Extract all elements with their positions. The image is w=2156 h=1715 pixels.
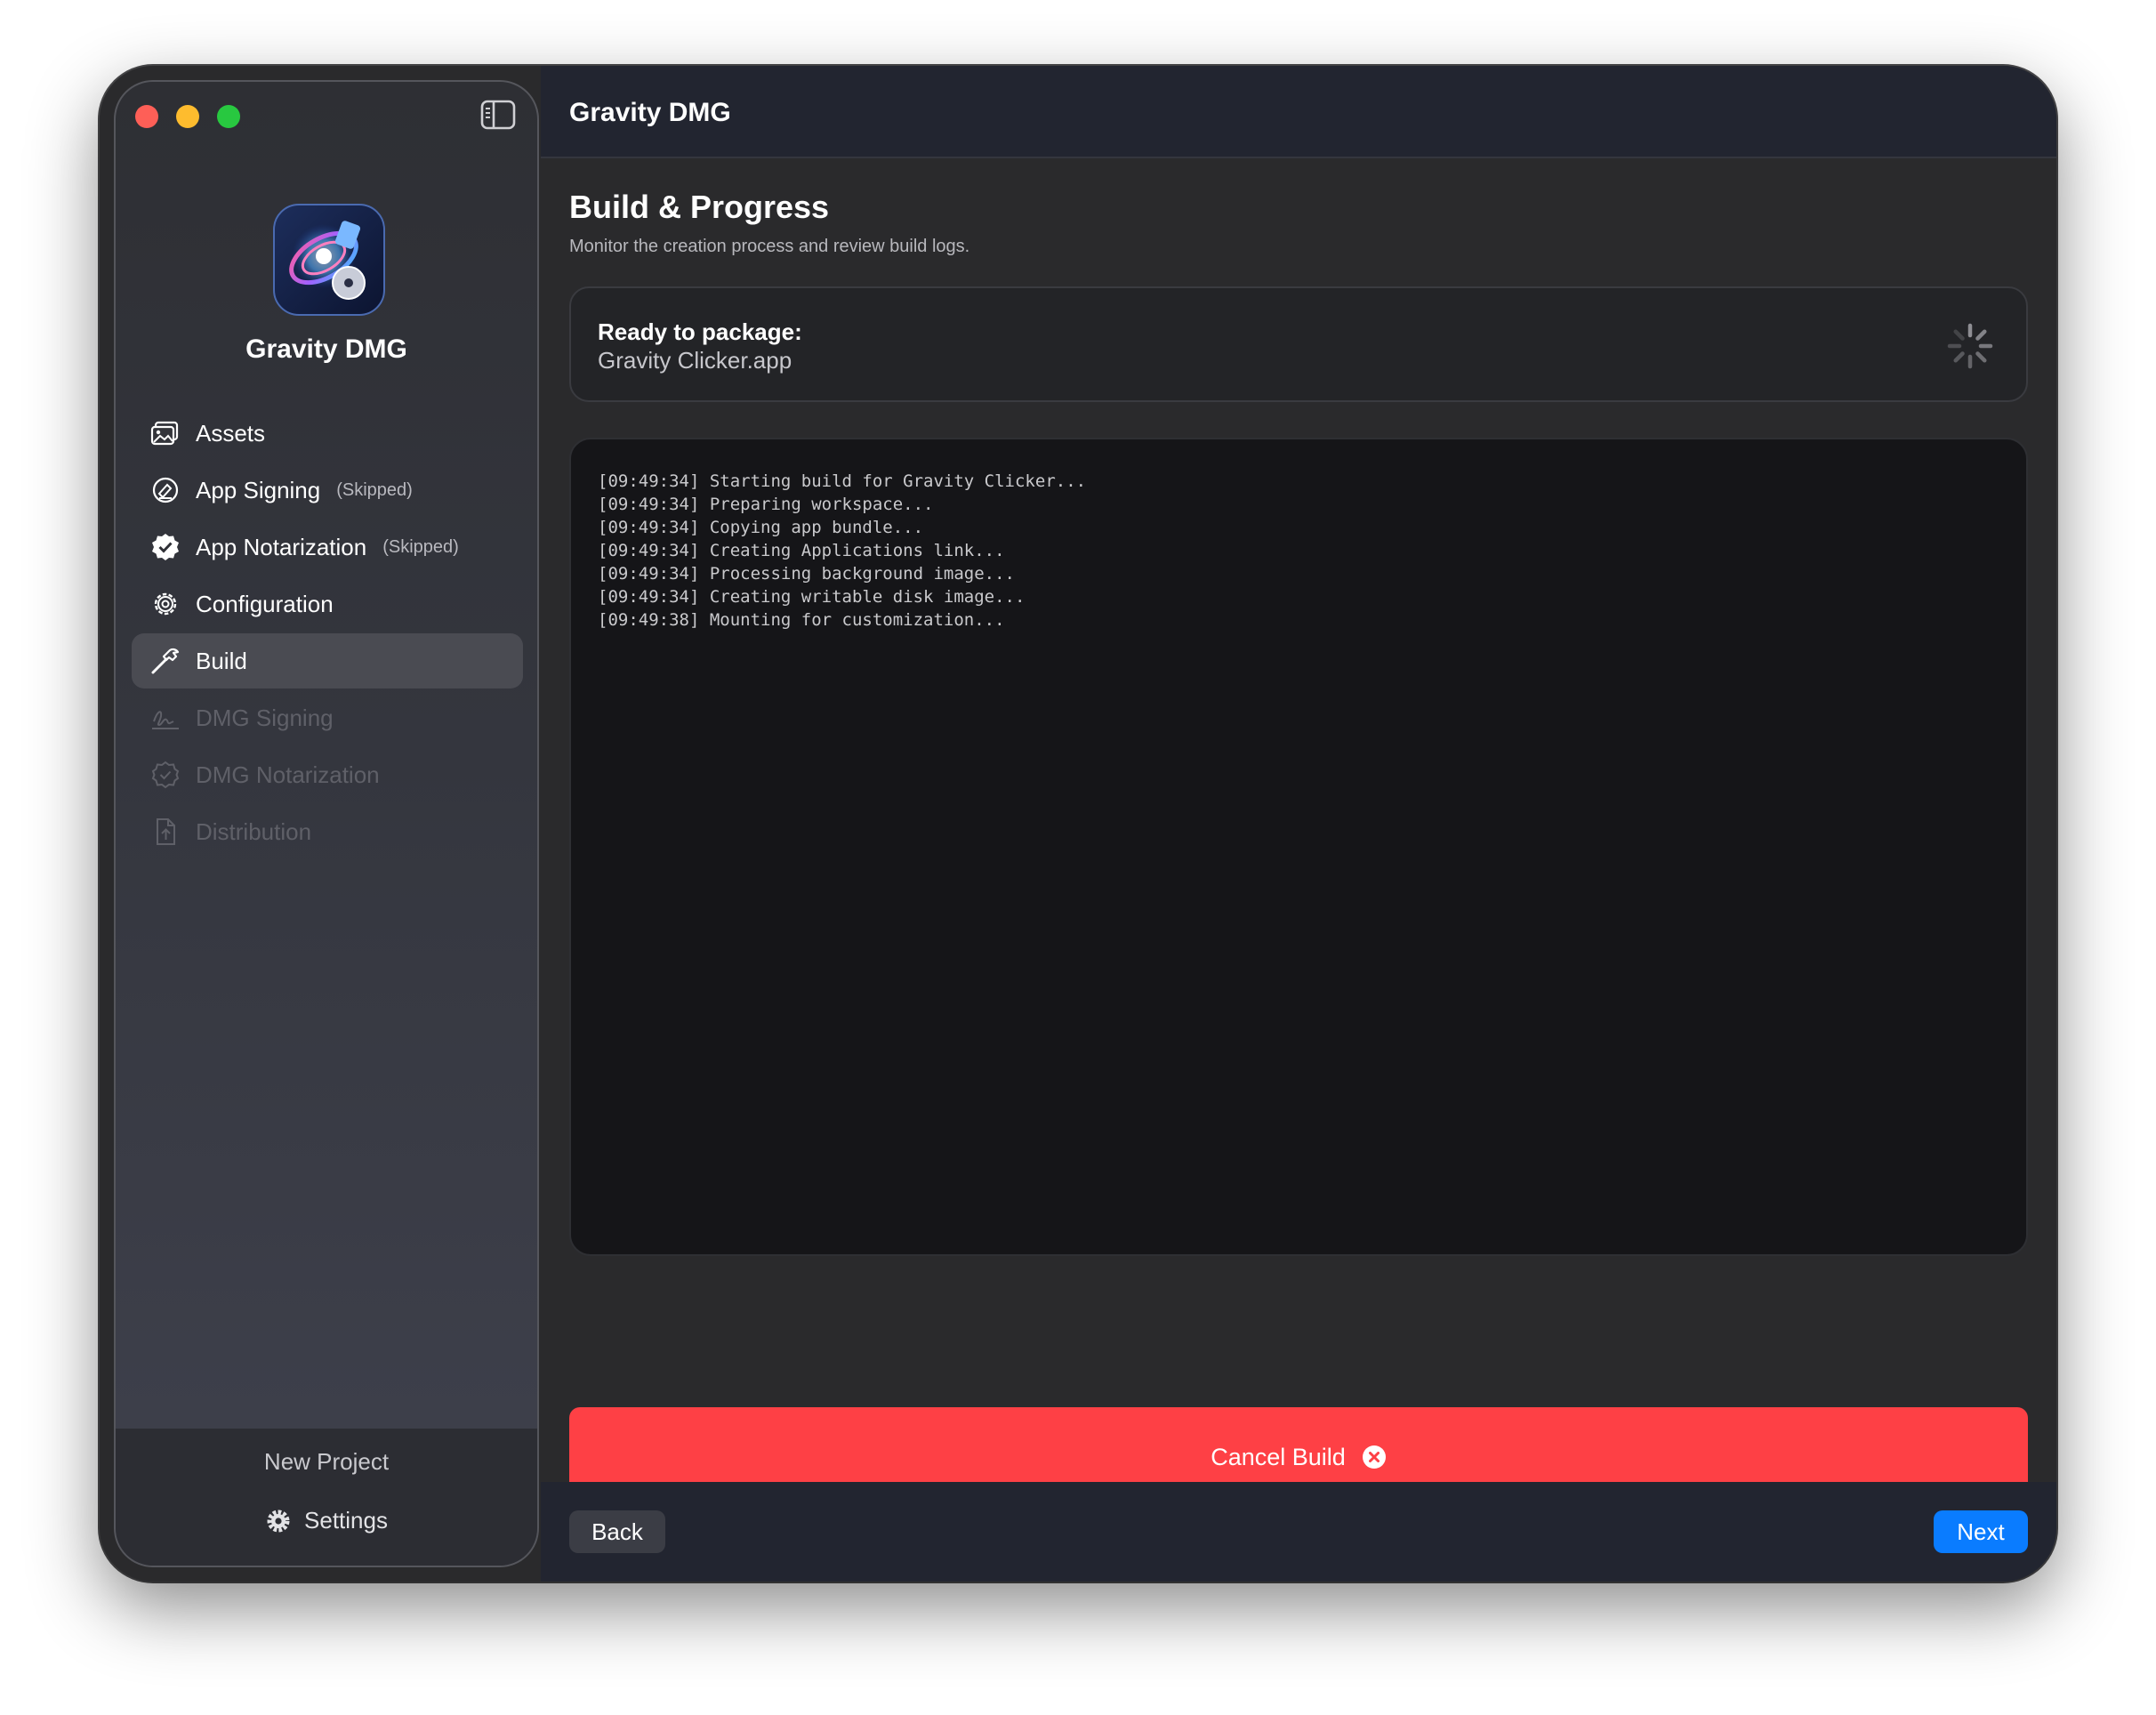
sidebar: Gravity DMG Assets App Signing (Skipped)…	[114, 80, 539, 1567]
minimize-window-button[interactable]	[176, 105, 199, 128]
gear-icon	[267, 1510, 290, 1532]
app-logo-icon	[273, 204, 385, 316]
photos-icon	[150, 421, 179, 446]
app-name: Gravity DMG	[245, 334, 407, 364]
sidebar-item-configuration[interactable]: Configuration	[132, 576, 523, 632]
bottom-bar: Back Next	[541, 1482, 2056, 1582]
log-line: [09:49:34] Creating writable disk image.…	[598, 587, 1026, 607]
sidebar-item-label: Configuration	[196, 590, 334, 617]
app-window: Gravity DMG Assets App Signing (Skipped)…	[100, 66, 2056, 1582]
spinner-icon	[1947, 323, 1993, 369]
next-button[interactable]: Next	[1934, 1510, 2028, 1553]
sidebar-item-label: Assets	[196, 419, 266, 447]
sidebar-item-assets[interactable]: Assets	[132, 406, 523, 461]
sidebar-item-label: Distribution	[196, 817, 312, 845]
back-button[interactable]: Back	[569, 1510, 665, 1553]
sidebar-item-dmg-signing[interactable]: DMG Signing	[132, 690, 523, 745]
document-upload-icon	[157, 818, 175, 845]
sidebar-item-app-signing[interactable]: App Signing (Skipped)	[132, 463, 523, 518]
sidebar-item-dmg-notarization[interactable]: DMG Notarization	[132, 747, 523, 802]
checkmark-seal-icon	[152, 534, 179, 560]
window-controls	[135, 105, 240, 128]
status-card: Ready to package: Gravity Clicker.app	[569, 286, 2028, 402]
log-line: [09:49:38] Mounting for customization...	[598, 610, 1005, 630]
log-line: [09:49:34] Starting build for Gravity Cl…	[598, 471, 1087, 491]
skipped-badge: (Skipped)	[382, 536, 459, 557]
sidebar-item-label: App Signing	[196, 476, 321, 503]
log-line: [09:49:34] Copying app bundle...	[598, 518, 924, 537]
sidebar-item-label: DMG Notarization	[196, 761, 380, 788]
sidebar-toggle-icon[interactable]	[480, 100, 516, 130]
new-project-button[interactable]: New Project	[116, 1448, 537, 1476]
settings-label: Settings	[304, 1507, 388, 1534]
seal-icon	[151, 761, 180, 789]
close-window-button[interactable]	[135, 105, 158, 128]
sidebar-item-label: App Notarization	[196, 533, 367, 560]
sidebar-item-build[interactable]: Build	[132, 633, 523, 688]
signature-icon	[152, 477, 179, 503]
settings-button[interactable]: Settings	[116, 1507, 537, 1534]
sidebar-item-label: Build	[196, 647, 247, 674]
signature-pen-icon	[152, 711, 179, 729]
hammer-icon	[151, 648, 180, 674]
cancel-build-label: Cancel Build	[1211, 1443, 1346, 1470]
log-line: [09:49:34] Creating Applications link...	[598, 541, 1005, 560]
status-value: Gravity Clicker.app	[598, 347, 792, 374]
window-title: Gravity DMG	[569, 98, 731, 127]
sidebar-nav: Assets App Signing (Skipped) App Notariz…	[132, 406, 523, 861]
log-line: [09:49:34] Preparing workspace...	[598, 495, 934, 514]
page-subtitle: Monitor the creation process and review …	[569, 237, 970, 256]
x-circle-icon	[1362, 1445, 1386, 1469]
title-bar: Gravity DMG	[541, 66, 2056, 158]
sidebar-item-label: DMG Signing	[196, 704, 334, 731]
zoom-window-button[interactable]	[217, 105, 240, 128]
sidebar-item-app-notarization[interactable]: App Notarization (Skipped)	[132, 519, 523, 575]
sidebar-item-distribution[interactable]: Distribution	[132, 804, 523, 859]
build-log[interactable]: [09:49:34] Starting build for Gravity Cl…	[569, 438, 2028, 1256]
status-label: Ready to package:	[598, 318, 802, 345]
skipped-badge: (Skipped)	[336, 479, 413, 500]
log-line: [09:49:34] Processing background image..…	[598, 564, 1015, 584]
page-title: Build & Progress	[569, 189, 830, 225]
gear-icon	[154, 592, 177, 616]
sidebar-footer: New Project Settings	[116, 1429, 537, 1566]
